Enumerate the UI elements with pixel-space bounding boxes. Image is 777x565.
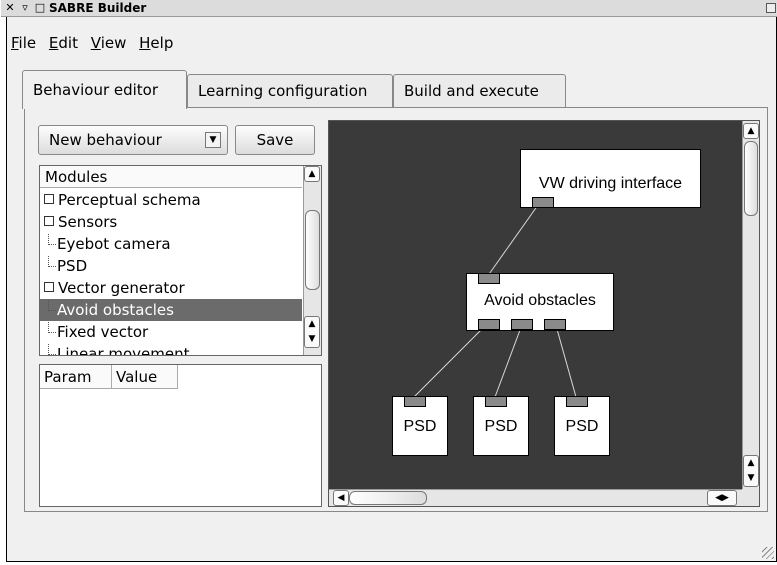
scroll-corner xyxy=(742,489,759,506)
node-input-port[interactable] xyxy=(485,396,507,407)
connection-line xyxy=(413,321,490,398)
tree-item-fixed-vector[interactable]: Fixed vector xyxy=(40,321,302,343)
window-menu-icon[interactable]: ▿ xyxy=(19,2,31,14)
tab-build-and-execute[interactable]: Build and execute xyxy=(393,74,566,108)
scroll-up-icon[interactable]: ▲ xyxy=(304,166,320,182)
connection-line xyxy=(486,204,539,278)
tree-branch-line xyxy=(48,256,56,267)
canvas-hscroll-thumb[interactable] xyxy=(349,491,427,505)
tree-item-linear-movement[interactable]: Linear movement xyxy=(40,343,302,355)
save-button[interactable]: Save xyxy=(235,125,315,155)
node-input-port[interactable] xyxy=(478,273,500,284)
tree-item-vector-generator[interactable]: Vector generator xyxy=(40,277,302,299)
tree-scroll-thumb[interactable] xyxy=(305,210,320,290)
menu-edit[interactable]: Edit xyxy=(49,34,78,52)
modules-tree[interactable]: Modules Perceptual schema Sensors Eyebot… xyxy=(39,165,322,356)
tree-branch-line xyxy=(48,344,56,355)
scroll-step-icon[interactable]: ▲ ▼ xyxy=(743,455,759,487)
node-psd-2[interactable]: PSD xyxy=(473,396,529,456)
chevron-down-icon[interactable]: ▼ xyxy=(205,132,221,148)
collapse-box-icon[interactable] xyxy=(44,282,54,292)
resize-grip-icon[interactable] xyxy=(762,547,774,559)
tree-branch-line xyxy=(48,322,56,333)
column-header-value[interactable]: Value xyxy=(112,365,178,389)
menu-help[interactable]: Help xyxy=(139,34,173,52)
node-avoid-obstacles[interactable]: Avoid obstacles xyxy=(466,273,614,331)
node-input-port[interactable] xyxy=(404,396,426,407)
shade-icon[interactable]: □ xyxy=(34,2,46,14)
menu-bar: File Edit View Help xyxy=(11,34,181,56)
node-psd-1[interactable]: PSD xyxy=(392,396,448,456)
title-bar: ✕ ▿ □ SABRE Builder xyxy=(1,0,777,17)
connection-line xyxy=(554,321,577,398)
param-table[interactable]: Param Value xyxy=(39,364,322,507)
tree-branch-line xyxy=(48,300,56,311)
scroll-step-icon[interactable]: ▲ ▼ xyxy=(304,316,320,348)
tree-item-eyebot-camera[interactable]: Eyebot camera xyxy=(40,233,302,255)
node-output-port[interactable] xyxy=(532,197,554,208)
tree-item-perceptual-schema[interactable]: Perceptual schema xyxy=(40,189,302,211)
window-title: SABRE Builder xyxy=(49,1,147,15)
tree-item-sensors[interactable]: Sensors xyxy=(40,211,302,233)
menu-file[interactable]: File xyxy=(11,34,36,52)
behaviour-combo-value: New behaviour xyxy=(49,131,162,149)
canvas-vertical-scrollbar[interactable]: ▲ ▲ ▼ xyxy=(742,121,759,490)
node-vw-driving-interface[interactable]: VW driving interface xyxy=(520,149,701,208)
collapse-box-icon[interactable] xyxy=(44,216,54,226)
behaviour-canvas[interactable]: VW driving interface Avoid obstacles PSD… xyxy=(328,120,760,507)
tab-learning-configuration[interactable]: Learning configuration xyxy=(187,74,393,108)
tree-branch-line xyxy=(48,234,56,245)
app-window: ✕ ▿ □ SABRE Builder File Edit View Help … xyxy=(1,0,777,562)
tree-item-avoid-obstacles[interactable]: Avoid obstacles xyxy=(40,299,302,321)
menu-view[interactable]: View xyxy=(91,34,127,52)
behaviour-combo[interactable]: New behaviour ▼ xyxy=(38,125,228,155)
modules-header: Modules xyxy=(40,166,302,188)
node-output-port[interactable] xyxy=(544,319,566,330)
node-psd-3[interactable]: PSD xyxy=(554,396,610,456)
node-output-port[interactable] xyxy=(478,319,500,330)
node-input-port[interactable] xyxy=(566,396,588,407)
canvas-vscroll-thumb[interactable] xyxy=(744,141,758,216)
canvas-horizontal-scrollbar[interactable]: ◀ ◀▶ xyxy=(329,489,743,506)
column-header-param[interactable]: Param xyxy=(40,365,112,389)
node-output-port[interactable] xyxy=(511,319,533,330)
connection-line xyxy=(494,321,524,398)
tab-behaviour-editor[interactable]: Behaviour editor xyxy=(22,70,187,109)
scroll-up-icon[interactable]: ▲ xyxy=(743,123,759,139)
close-icon[interactable]: ✕ xyxy=(4,2,16,14)
tree-scrollbar[interactable]: ▲ ▲ ▼ xyxy=(303,166,321,355)
tree-item-psd[interactable]: PSD xyxy=(40,255,302,277)
scroll-left-icon[interactable]: ◀ xyxy=(333,490,349,506)
maximize-icon[interactable] xyxy=(766,3,776,13)
scroll-step-horizontal-icon[interactable]: ◀▶ xyxy=(707,490,737,506)
collapse-box-icon[interactable] xyxy=(44,194,54,204)
